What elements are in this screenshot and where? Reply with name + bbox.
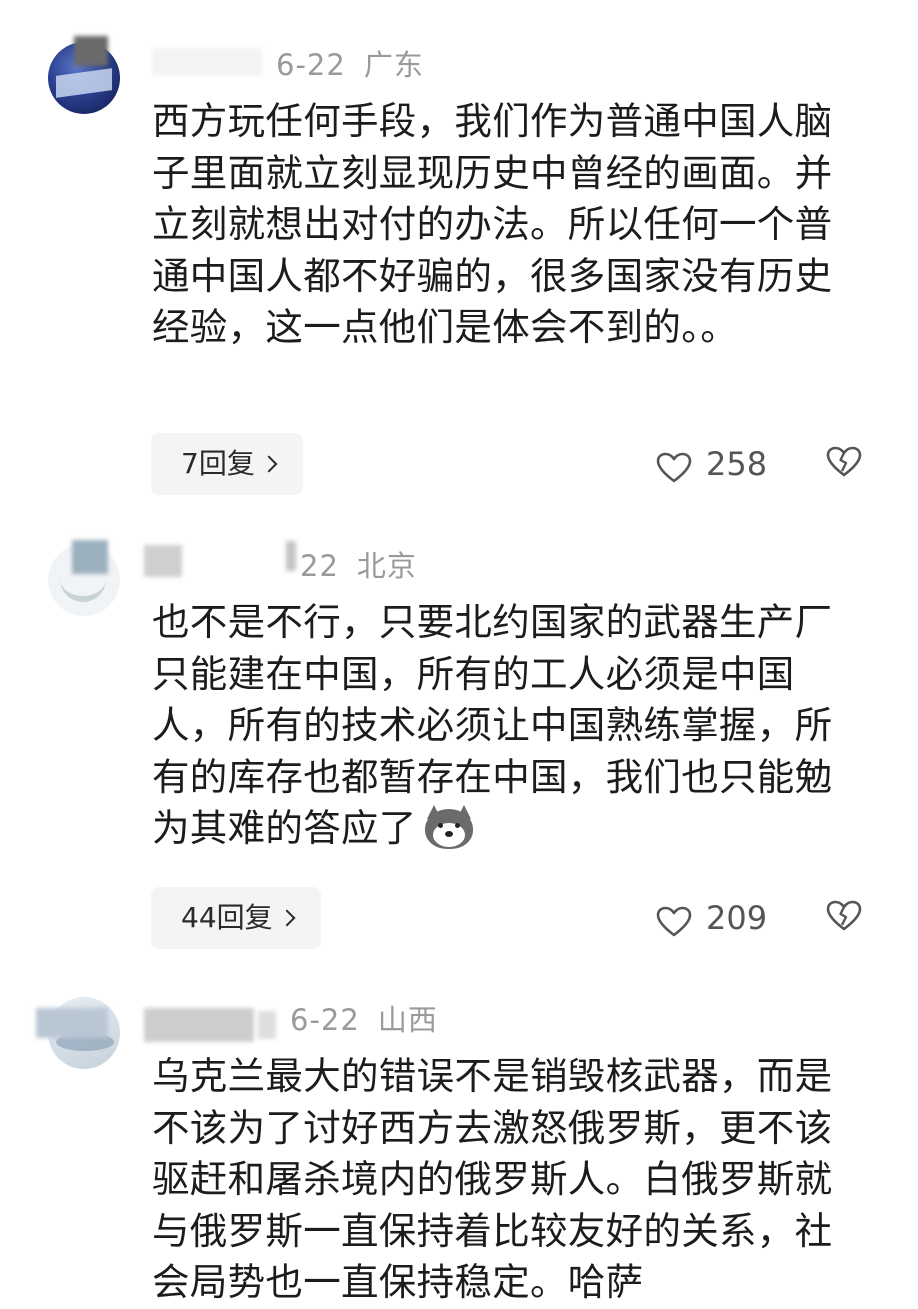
username-redacted — [258, 1011, 276, 1039]
heart-outline-icon — [656, 906, 692, 937]
username-redacted — [286, 541, 296, 571]
comment-meta: 6-22 山西 — [290, 1000, 438, 1040]
comment-date: 22 — [300, 549, 339, 583]
husky-dog-emoji — [423, 805, 475, 849]
avatar-image — [56, 68, 112, 98]
heart-outline-icon — [656, 452, 692, 483]
comment-location: 广东 — [363, 48, 424, 82]
reply-count-label: 7回复 — [181, 447, 255, 480]
username-redacted — [72, 540, 108, 574]
comment-meta: 22 北京 — [300, 546, 417, 586]
comment-text: 西方玩任何手段，我们作为普通中国人脑子里面就立刻显现历史中曾经的画面。并立刻就想… — [152, 99, 833, 349]
like-button[interactable]: 209 — [656, 887, 767, 949]
username-redacted — [144, 1008, 254, 1042]
comment-location: 北京 — [356, 549, 417, 583]
comment-text: 也不是不行，只要北约国家的武器生产厂只能建在中国，所有的工人必须是中国人，所有的… — [152, 597, 852, 855]
like-count: 209 — [706, 899, 768, 937]
comment-location: 山西 — [377, 1003, 438, 1037]
view-replies-button[interactable]: 7回复 — [151, 433, 303, 495]
broken-heart-icon — [826, 446, 862, 477]
comment-date: 6-22 — [276, 48, 346, 82]
chevron-right-icon — [260, 455, 278, 473]
comment-text-content: 也不是不行，只要北约国家的武器生产厂只能建在中国，所有的工人必须是中国人，所有的… — [152, 600, 833, 850]
chevron-right-icon — [278, 909, 296, 927]
dislike-button[interactable] — [826, 433, 862, 495]
comment-date: 6-22 — [290, 1003, 360, 1037]
broken-heart-icon — [826, 900, 862, 931]
username-redacted — [144, 545, 182, 577]
comment-text: 乌克兰最大的错误不是销毁核武器，而是不该为了讨好西方去激怒俄罗斯，更不该驱赶和屠… — [152, 1054, 833, 1304]
dislike-button[interactable] — [826, 887, 862, 949]
like-button[interactable]: 258 — [656, 433, 767, 495]
comment-meta: 6-22 广东 — [276, 45, 424, 85]
username-redacted — [74, 36, 108, 66]
view-replies-button[interactable]: 44回复 — [151, 887, 321, 949]
username-redacted — [36, 1008, 108, 1038]
like-count: 258 — [706, 445, 768, 483]
username-redacted — [152, 48, 262, 76]
reply-count-label: 44回复 — [181, 901, 273, 934]
